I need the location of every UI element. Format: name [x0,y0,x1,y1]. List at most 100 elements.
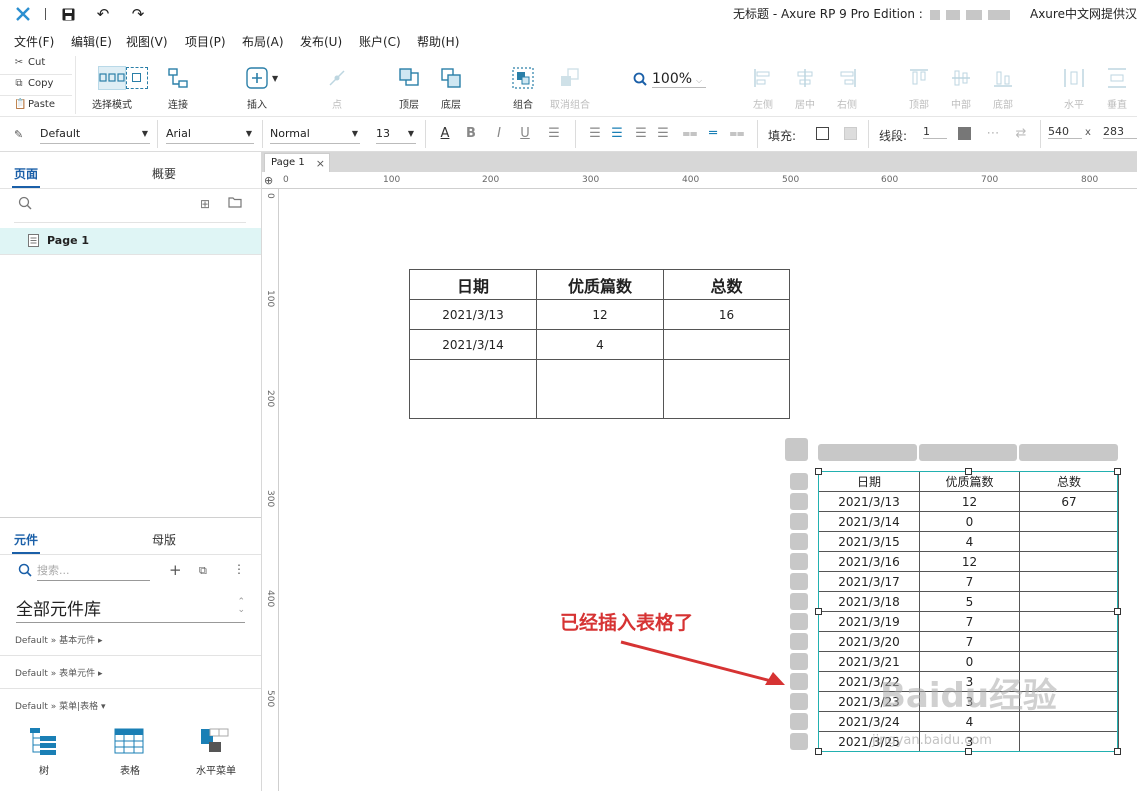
table-cell[interactable] [1019,531,1119,552]
undo-icon[interactable]: ↶ [93,4,113,24]
table-cell[interactable]: 2021/3/14 [818,511,920,532]
table-row-handle[interactable] [790,493,808,510]
line-pattern-icon[interactable]: ⋯ [984,124,1002,142]
resize-handle[interactable] [815,608,822,615]
table-cell[interactable]: 12 [919,491,1020,512]
valign-bottom-icon[interactable]: ⩵ [728,124,746,142]
table-header-cell[interactable]: 优质篇数 [536,269,664,300]
resize-handle[interactable] [1114,608,1121,615]
font-weight-select[interactable]: Normal ▼ [270,124,360,144]
resize-handle[interactable] [1114,748,1121,755]
table-cell[interactable]: 2021/3/17 [818,571,920,592]
table-cell[interactable]: 7 [919,631,1020,652]
arrow-style-icon[interactable]: ⇄ [1012,124,1030,142]
panel-splitter[interactable] [0,517,261,518]
table-cell[interactable]: 12 [536,299,664,330]
table-cell[interactable] [1019,551,1119,572]
widget-group-form[interactable]: Default » 表单元件 ▸ [15,666,103,679]
table-cell[interactable] [1019,611,1119,632]
table-cell[interactable]: 7 [919,571,1020,592]
table-widget-icon[interactable] [114,728,144,757]
y-position-input[interactable]: 283 [1103,125,1137,139]
connect-button[interactable]: 连接 [151,66,205,111]
align-bottom-button[interactable]: 底部 [976,66,1030,111]
close-icon[interactable]: × [316,157,325,170]
redo-icon[interactable]: ↷ [128,4,148,24]
widget-group-basic[interactable]: Default » 基本元件 ▸ [15,633,103,646]
resize-handle[interactable] [965,748,972,755]
add-page-icon[interactable]: ⊞ [200,197,210,211]
table-cell[interactable] [663,359,790,419]
table-cell[interactable]: 2021/3/16 [818,551,920,572]
table-cell[interactable]: 2021/3/18 [818,591,920,612]
table-header-cell[interactable]: 日期 [818,471,920,492]
rendered-table[interactable]: 日期 优质篇数 总数 2021/3/13 12 16 2021/3/14 4 [409,269,790,419]
table-cell[interactable]: 4 [919,531,1020,552]
table-header-cell[interactable]: 日期 [409,269,537,300]
valign-top-icon[interactable]: ⩵ [681,124,699,142]
widget-search-input[interactable]: 搜索... [37,562,150,581]
table-row-handle[interactable] [790,733,808,750]
fill-color-swatch[interactable] [816,127,829,140]
menu-project[interactable]: 项目(P) [185,33,226,50]
cut-button[interactable]: ✂ Cut [14,57,45,68]
align-text-right-icon[interactable]: ☰ [632,124,650,142]
distribute-vertical-button[interactable]: 垂直 [1090,66,1137,111]
table-row-handle[interactable] [790,693,808,710]
table-cell[interactable]: 0 [919,511,1020,532]
widget-group-menu[interactable]: Default » 菜单|表格 ▾ [15,699,106,712]
table-row-handle[interactable] [790,633,808,650]
search-icon[interactable] [18,196,32,213]
table-row-handle[interactable] [790,553,808,570]
valign-middle-icon[interactable]: ═ [704,124,722,142]
menu-account[interactable]: 账户(C) [359,33,401,50]
table-cell[interactable]: 12 [919,551,1020,572]
paste-button[interactable]: 📋 Paste [14,99,55,110]
table-row-handle[interactable] [790,713,808,730]
table-select-all-handle[interactable] [785,438,808,461]
table-cell[interactable] [1019,631,1119,652]
ungroup-button[interactable]: 取消组合 [543,66,597,111]
table-cell[interactable] [1019,571,1119,592]
menu-file[interactable]: 文件(F) [14,33,54,50]
table-cell[interactable]: 4 [536,329,664,360]
table-row-handle[interactable] [790,513,808,530]
point-button[interactable]: 点 [310,66,364,111]
table-column-handle[interactable] [919,444,1017,461]
table-cell[interactable] [1019,731,1119,752]
shadow-swatch[interactable] [844,127,857,140]
resize-handle[interactable] [815,748,822,755]
tab-widgets[interactable]: 元件 [14,531,38,548]
table-header-cell[interactable]: 总数 [1019,471,1119,492]
table-row-handle[interactable] [790,533,808,550]
table-cell[interactable]: 2021/3/13 [409,299,537,330]
table-cell[interactable]: 7 [919,611,1020,632]
library-select[interactable]: 全部元件库 ⌃ ⌄ [16,595,245,623]
tab-outline[interactable]: 概要 [152,165,176,182]
select-contained-icon[interactable] [126,67,148,89]
tree-widget-icon[interactable] [28,727,58,758]
table-row-handle[interactable] [790,613,808,630]
table-cell[interactable]: 16 [663,299,790,330]
bold-icon[interactable]: B [462,124,480,142]
table-cell[interactable]: 2021/3/15 [818,531,920,552]
align-text-left-icon[interactable]: ☰ [586,124,604,142]
line-width-input[interactable]: 1 [923,125,947,139]
more-vertical-icon[interactable]: ⋮ [233,562,245,576]
tab-page1[interactable]: Page 1 × [264,153,330,172]
zoom-select[interactable]: 100% ⌵ [652,71,706,88]
italic-icon[interactable]: I [490,124,508,142]
horizontal-menu-widget-icon[interactable] [200,728,230,757]
insert-button[interactable]: 插入 [230,66,284,111]
tab-masters[interactable]: 母版 [152,531,176,548]
menu-view[interactable]: 视图(V) [126,33,168,50]
table-row-handle[interactable] [790,473,808,490]
table-row-handle[interactable] [790,653,808,670]
font-color-icon[interactable]: A [436,124,454,142]
table-row-handle[interactable] [790,593,808,610]
save-icon[interactable] [58,4,78,24]
align-right-button[interactable]: 右侧 [820,66,874,111]
x-position-input[interactable]: 540 [1048,125,1082,139]
chevron-down-icon[interactable]: ▼ [272,74,278,83]
add-folder-icon[interactable] [228,196,242,211]
